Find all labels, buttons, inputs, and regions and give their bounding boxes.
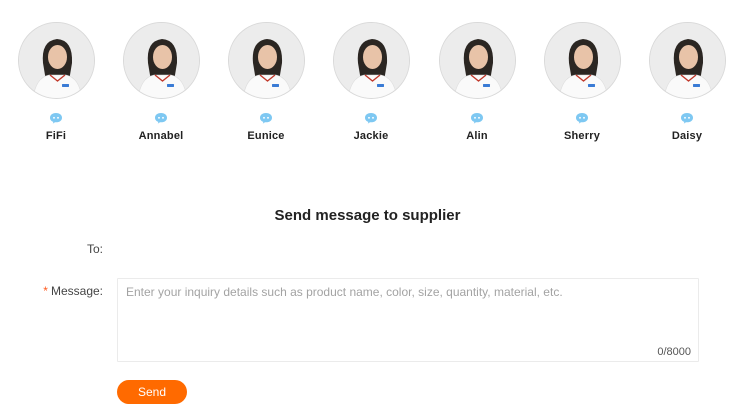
person-portrait-icon [123, 23, 199, 98]
chat-bubble-icon[interactable] [680, 112, 694, 124]
avatar[interactable] [438, 22, 516, 99]
staff-list: FiFi Annabel Eunice Jackie Alin Sherry D… [0, 22, 750, 157]
staff-card[interactable]: Sherry [532, 22, 632, 142]
avatar[interactable] [648, 22, 726, 99]
avatar[interactable] [227, 22, 305, 99]
chat-bubble-icon[interactable] [364, 112, 378, 124]
staff-card[interactable]: Eunice [216, 22, 316, 142]
person-portrait-icon [544, 23, 620, 98]
staff-card[interactable]: Annabel [111, 22, 211, 142]
message-label-text: Message: [50, 284, 103, 298]
avatar[interactable] [543, 22, 621, 99]
staff-name: Sherry [563, 130, 601, 142]
person-portrait-icon [18, 23, 94, 98]
person-portrait-icon [439, 23, 515, 98]
staff-card[interactable]: Jackie [321, 22, 421, 142]
staff-name: FiFi [45, 130, 67, 142]
chat-bubble-icon[interactable] [154, 112, 168, 124]
chat-bubble-icon[interactable] [575, 112, 589, 124]
to-value [118, 242, 698, 258]
required-marker: * [43, 284, 48, 298]
person-portrait-icon [333, 23, 409, 98]
send-button[interactable]: Send [117, 380, 187, 404]
avatar[interactable] [332, 22, 410, 99]
chat-bubble-icon[interactable] [470, 112, 484, 124]
chat-bubble-icon[interactable] [259, 112, 273, 124]
staff-card[interactable]: Alin [427, 22, 527, 142]
avatar[interactable] [17, 22, 95, 99]
message-label: * Message: [0, 284, 103, 298]
character-counter: 0/8000 [657, 346, 691, 358]
chat-bubble-icon[interactable] [49, 112, 63, 124]
person-portrait-icon [649, 23, 725, 98]
avatar[interactable] [122, 22, 200, 99]
staff-name: Alin [466, 130, 488, 142]
staff-name: Eunice [247, 130, 285, 142]
staff-card[interactable]: FiFi [6, 22, 106, 142]
form-title: Send message to supplier [274, 207, 461, 224]
staff-name: Daisy [671, 130, 703, 142]
person-portrait-icon [228, 23, 304, 98]
staff-name: Annabel [138, 130, 184, 142]
message-textarea[interactable] [118, 279, 698, 361]
to-label: To: [86, 242, 103, 256]
message-box: 0/8000 [117, 278, 699, 362]
staff-name: Jackie [353, 130, 389, 142]
staff-card[interactable]: Daisy [637, 22, 737, 142]
